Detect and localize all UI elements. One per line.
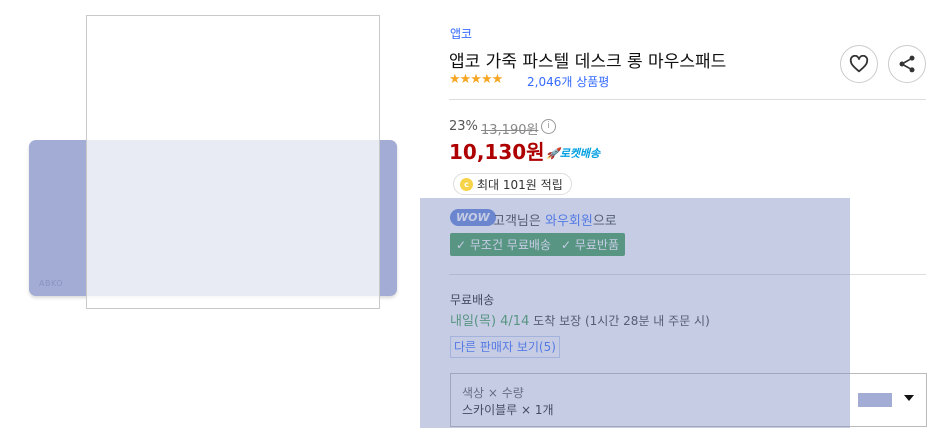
share-button[interactable] (888, 45, 926, 83)
rocket-delivery-badge: 🚀로켓배송 (546, 147, 601, 160)
delivery-date: 내일(목) 4/14 도착 보장 (1시간 28분 내 주문 시) (450, 310, 710, 329)
delivery-date-highlight: 내일(목) 4/14 (450, 314, 530, 329)
product-image-brand-mark: ABKO (39, 279, 64, 288)
delivery-date-detail: 도착 보장 (1시간 28분 내 주문 시) (529, 314, 710, 328)
other-sellers-button[interactable]: 다른 판매자 보기(5) (450, 336, 560, 358)
wow-badge: WOW (450, 209, 496, 226)
option-label: 색상 × 수량 (462, 386, 524, 400)
favorite-button[interactable] (840, 45, 878, 83)
info-icon[interactable]: i (541, 119, 556, 134)
wow-text-prefix: 고객님은 (493, 214, 545, 229)
review-count-link[interactable]: 2,046개 상품평 (527, 73, 609, 90)
wow-member-text: 고객님은 와우회원으로 (493, 210, 617, 229)
sale-price: 10,130원 (449, 140, 545, 164)
wow-member-link[interactable]: 와우회원 (545, 214, 593, 229)
divider (449, 274, 926, 275)
free-return-benefit: ✓ 무료반품 (560, 238, 619, 252)
heart-icon (849, 55, 869, 73)
brand-link[interactable]: 앱코 (450, 25, 472, 42)
wow-text-suffix: 으로 (592, 214, 617, 229)
free-shipping-benefit: ✓ 무조건 무료배송 (456, 238, 551, 252)
shipping-title: 무료배송 (450, 293, 495, 307)
points-text: 최대 101원 적립 (477, 177, 563, 192)
option-value: 스카이블루 × 1개 (462, 403, 554, 417)
product-title: 앱코 가죽 파스텔 데스크 롱 마우스패드 (449, 52, 727, 72)
share-icon (899, 55, 915, 73)
chevron-down-icon[interactable] (904, 395, 914, 401)
divider (449, 99, 926, 100)
points-badge: c 최대 101원 적립 (453, 173, 572, 195)
wow-benefits-badge: ✓ 무조건 무료배송 ✓ 무료반품 (450, 233, 625, 256)
zoom-lens[interactable] (86, 15, 380, 309)
rating-stars: ★★★★★ (449, 72, 503, 87)
color-swatch (858, 393, 892, 407)
coin-icon: c (460, 177, 473, 191)
discount-rate: 23% (449, 119, 478, 134)
